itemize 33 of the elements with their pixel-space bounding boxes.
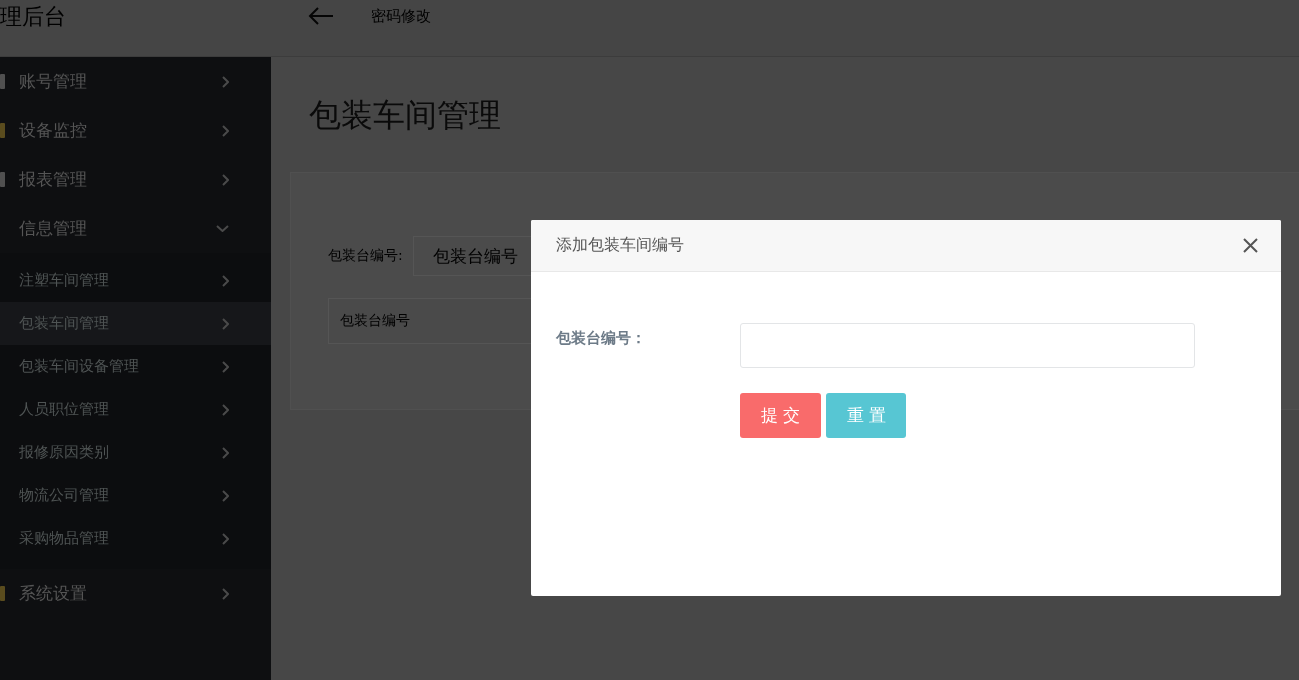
submit-button[interactable]: 提交	[740, 393, 821, 438]
input-field[interactable]	[740, 323, 1195, 368]
column-header: 包装台编号	[328, 298, 534, 344]
dialog-title: 添加包装车间编号	[556, 235, 684, 256]
menu-item[interactable]: 信息管理	[0, 204, 271, 253]
submenu-item[interactable]: 人员职位管理	[0, 388, 271, 431]
chevron-right-icon	[222, 317, 229, 330]
chevron-right-icon	[222, 403, 229, 416]
chevron-right-icon	[222, 360, 229, 373]
reset-button[interactable]: 重置	[826, 393, 906, 438]
close-button[interactable]	[1243, 238, 1258, 253]
submenu-item[interactable]: 包装车间设备管理	[0, 345, 271, 388]
chevron-right-icon	[222, 532, 229, 545]
app-title: 理后台	[0, 3, 67, 31]
menu-item[interactable]: 账号管理	[0, 57, 271, 106]
menu-item[interactable]: 报表管理	[0, 155, 271, 204]
menu-item[interactable]: 系统设置	[0, 569, 271, 618]
menu-item[interactable]: 设备监控	[0, 106, 271, 155]
page-title: 包装车间管理	[309, 95, 501, 135]
submenu-item[interactable]: 物流公司管理	[0, 474, 271, 517]
chevron-right-icon	[222, 274, 229, 287]
submenu-item[interactable]: 包装车间管理	[0, 302, 271, 345]
chevron-right-icon	[222, 489, 229, 502]
filter-label: 包装台编号:	[328, 247, 403, 265]
close-icon	[1243, 238, 1258, 253]
field-label: 包装台编号：	[556, 328, 647, 348]
submenu-item[interactable]: 采购物品管理	[0, 517, 271, 560]
chevron-right-icon	[222, 446, 229, 459]
back-arrow-icon[interactable]	[308, 7, 334, 25]
password-link[interactable]: 密码修改	[371, 0, 431, 33]
search-field[interactable]: 包装台编号	[412, 236, 533, 276]
submenu-item[interactable]: 注塑车间管理	[0, 259, 271, 302]
submenu-item[interactable]: 报修原因类别	[0, 431, 271, 474]
